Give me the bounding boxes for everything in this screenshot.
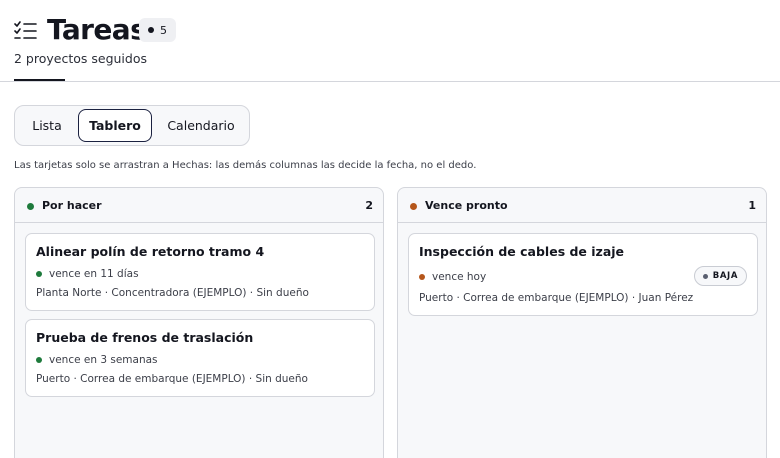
task-due: vence en 11 días	[36, 268, 139, 280]
task-card[interactable]: Inspección de cables de izaje vence hoy …	[408, 233, 758, 316]
task-meta: Planta Norte · Concentradora (EJEMPLO) ·…	[36, 287, 309, 299]
task-count: 5	[160, 23, 167, 37]
priority-badge: BAJA	[693, 266, 747, 286]
task-meta: Puerto · Correa de embarque (EJEMPLO) · …	[419, 292, 694, 304]
task-title: Inspección de cables de izaje	[419, 244, 625, 259]
task-card[interactable]: Alinear polín de retorno tramo 4 vence e…	[25, 233, 375, 311]
column-count: 2	[365, 199, 373, 212]
drag-hint: Las tarjetas solo se arrastran a Hechas:…	[14, 160, 477, 171]
tab-calendario[interactable]: Calendario	[158, 109, 244, 142]
subtitle-underline	[14, 79, 65, 81]
priority-label: BAJA	[712, 271, 738, 281]
column-title: Vence pronto	[425, 199, 508, 212]
column-header: Por hacer 2	[15, 188, 383, 223]
column-vence-pronto: Vence pronto 1 Inspección de cables de i…	[397, 187, 767, 458]
due-dot-icon	[36, 357, 42, 363]
task-count-badge: 5	[139, 18, 176, 42]
status-dot-icon	[27, 203, 34, 210]
task-title: Prueba de frenos de traslación	[36, 330, 254, 345]
task-title: Alinear polín de retorno tramo 4	[36, 244, 265, 259]
followed-projects-link[interactable]: 2 proyectos seguidos	[14, 51, 147, 66]
due-text: vence en 3 semanas	[49, 354, 158, 366]
column-por-hacer: Por hacer 2 Alinear polín de retorno tra…	[14, 187, 384, 458]
badge-dot	[148, 27, 154, 33]
tab-lista[interactable]: Lista	[19, 109, 75, 142]
due-text: vence hoy	[432, 271, 487, 283]
task-due: vence hoy	[419, 271, 486, 283]
page-title: Tareas	[47, 13, 147, 46]
due-dot-icon	[419, 274, 425, 280]
task-meta: Puerto · Correa de embarque (EJEMPLO) · …	[36, 373, 308, 385]
page-header: Tareas 5 2 proyectos seguidos	[0, 0, 780, 82]
view-switcher: Lista Tablero Calendario	[14, 105, 250, 146]
column-header: Vence pronto 1	[398, 188, 766, 223]
priority-dot-icon	[702, 273, 708, 279]
due-dot-icon	[36, 271, 42, 277]
tab-tablero[interactable]: Tablero	[78, 109, 152, 142]
task-due: vence en 3 semanas	[36, 354, 158, 366]
status-dot-icon	[410, 203, 417, 210]
due-text: vence en 11 días	[49, 268, 139, 280]
checklist-icon	[14, 21, 37, 39]
column-title: Por hacer	[42, 199, 102, 212]
task-card[interactable]: Prueba de frenos de traslación vence en …	[25, 319, 375, 397]
column-count: 1	[748, 199, 756, 212]
